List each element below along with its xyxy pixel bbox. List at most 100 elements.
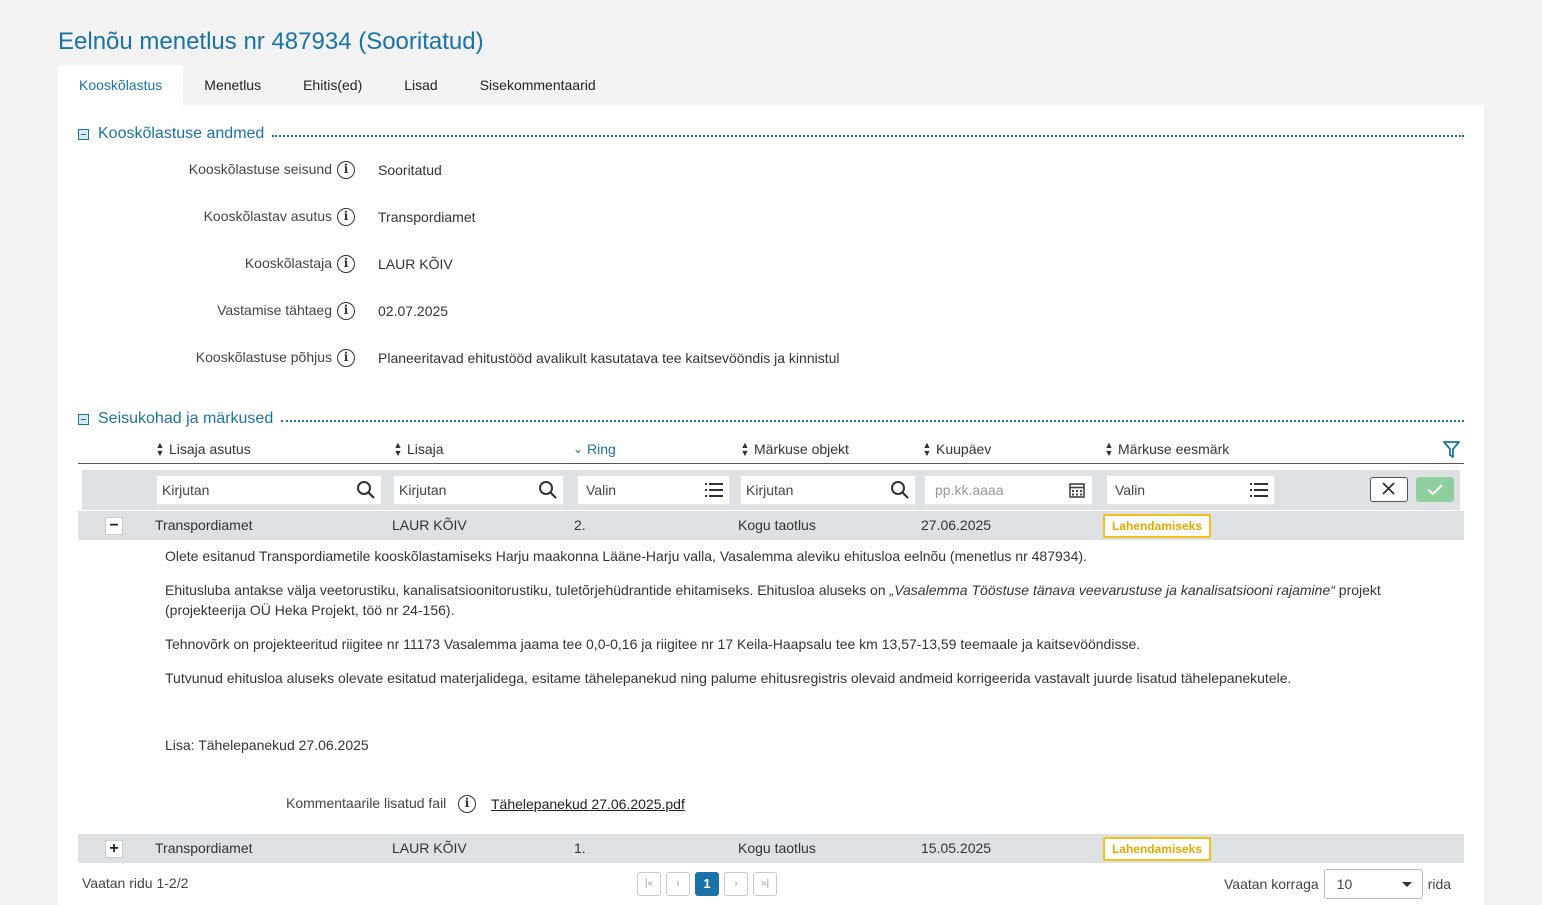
comment-text: projekt	[1334, 582, 1381, 598]
column-label: Kuupäev	[936, 441, 992, 457]
section-kooskolastuse-andmed-header[interactable]: Kooskõlastuse andmed	[78, 125, 1464, 143]
comment-paragraph: Tutvunud ehitusloa aluseks olevate esita…	[165, 670, 1292, 686]
tab-ehitised[interactable]: Ehitis(ed)	[282, 65, 383, 105]
cell-ring: 2.	[574, 517, 586, 533]
filter-objekt-input[interactable]: Kirjutan	[740, 475, 916, 505]
info-icon[interactable]: i	[337, 302, 355, 320]
page-1-button[interactable]: 1	[695, 872, 719, 896]
cell-objekt: Kogu taotlus	[738, 517, 816, 533]
column-label: Märkuse objekt	[754, 441, 849, 457]
filter-row: Kirjutan Kirjutan Valin Kirjutan pp.kk.a…	[82, 470, 1460, 510]
filter-icon[interactable]	[1443, 441, 1460, 459]
search-icon	[891, 481, 909, 499]
rows-info: Vaatan ridu 1-2/2	[82, 875, 189, 891]
info-icon[interactable]: i	[337, 349, 355, 367]
info-icon[interactable]: i	[458, 795, 476, 813]
column-label: Ring	[587, 441, 616, 457]
field-value: 02.07.2025	[378, 303, 449, 319]
first-page-button[interactable]: |«	[637, 872, 661, 896]
sort-icon: ▲ ▼	[922, 440, 932, 458]
field-kooskolastaja: Kooskõlastaja i LAUR KÕIV	[58, 255, 1058, 277]
search-icon	[357, 481, 375, 499]
field-value: Transpordiamet	[378, 209, 476, 225]
column-header-markuse-eesmark[interactable]: ▲ ▼ Märkuse eesmärk	[1104, 440, 1230, 458]
sort-icon: ▲ ▼	[393, 440, 403, 458]
info-icon[interactable]: i	[337, 161, 355, 179]
cell-lisaja: LAUR KÕIV	[392, 517, 467, 533]
close-icon	[1382, 482, 1395, 495]
status-badge: Lahendamiseks	[1103, 837, 1211, 861]
column-header-kuupaev[interactable]: ▲ ▼ Kuupäev	[922, 440, 992, 458]
sort-desc-icon: ⌄	[573, 442, 584, 456]
header-divider	[78, 463, 1464, 464]
collapse-row-button[interactable]: −	[105, 517, 123, 535]
table-row[interactable]: + Transpordiamet LAUR KÕIV 1. Kogu taotl…	[78, 834, 1464, 863]
column-header-lisaja-asutus[interactable]: ▲ ▼ Lisaja asutus	[155, 440, 251, 458]
column-label: Lisaja asutus	[169, 441, 251, 457]
column-header-markuse-objekt[interactable]: ▲ ▼ Märkuse objekt	[740, 440, 849, 458]
calendar-icon[interactable]	[1067, 480, 1087, 500]
filter-text: Kirjutan	[399, 482, 447, 498]
divider	[281, 419, 1464, 422]
filter-lisaja-input[interactable]: Kirjutan	[393, 475, 564, 505]
field-value: Planeeritavad ehitustööd avalikult kasut…	[378, 350, 840, 366]
page-size-control: Vaatan korraga 10 rida	[1224, 869, 1451, 899]
page-size-label: Vaatan korraga	[1224, 876, 1319, 892]
section-seisukohad-header[interactable]: Seisukohad ja märkused	[78, 410, 1464, 428]
sort-icon: ▲ ▼	[1104, 440, 1114, 458]
filter-eesmark-select[interactable]: Valin	[1106, 475, 1275, 505]
attachment-label: Kommentaarile lisatud fail	[286, 795, 447, 811]
collapse-icon[interactable]	[78, 413, 89, 425]
sort-icon: ▲ ▼	[155, 440, 165, 458]
field-label: Vastamise tähtaeg	[217, 302, 332, 318]
info-icon[interactable]: i	[337, 255, 355, 273]
comment-paragraph: Ehitusluba antakse välja veetorustiku, k…	[165, 580, 1405, 620]
last-page-button[interactable]: »|	[753, 872, 777, 896]
page-size-suffix: rida	[1427, 876, 1452, 892]
comment-paragraph: Lisa: Tähelepanekud 27.06.2025	[165, 737, 369, 753]
page-title: Eelnõu menetlus nr 487934 (Sooritatud)	[58, 28, 484, 55]
attachment-link[interactable]: Tähelepanekud 27.06.2025.pdf	[491, 796, 685, 812]
search-icon	[539, 481, 557, 499]
cell-asutus: Transpordiamet	[155, 517, 253, 533]
tab-kooskolastus[interactable]: Kooskõlastus	[58, 65, 184, 105]
filter-kuupaev-input[interactable]: pp.kk.aaaa	[924, 475, 1093, 505]
comment-text: Ehitusluba antakse välja veetorustiku, k…	[165, 582, 890, 598]
next-page-button[interactable]: ›	[724, 872, 748, 896]
content-panel: Kooskõlastuse andmed Kooskõlastuse seisu…	[58, 105, 1484, 905]
field-label: Kooskõlastaja	[244, 255, 332, 271]
info-icon[interactable]: i	[337, 208, 355, 226]
field-label: Kooskõlastuse põhjus	[195, 349, 332, 365]
expand-row-button[interactable]: +	[105, 840, 123, 858]
prev-page-button[interactable]: ‹	[666, 872, 690, 896]
comment-paragraph: Olete esitanud Transpordiametile kooskõl…	[165, 548, 1087, 564]
field-value: Sooritatud	[378, 162, 442, 178]
sort-icon: ▲ ▼	[740, 440, 750, 458]
filter-ring-select[interactable]: Valin	[577, 475, 730, 505]
list-icon	[705, 483, 723, 497]
tab-lisad[interactable]: Lisad	[383, 65, 458, 105]
tab-menetlus[interactable]: Menetlus	[183, 65, 282, 105]
field-pohjus: Kooskõlastuse põhjus i Planeeritavad ehi…	[58, 349, 1058, 371]
section-title: Seisukohad ja märkused	[98, 410, 274, 427]
collapse-icon[interactable]	[78, 128, 89, 140]
filter-placeholder: pp.kk.aaaa	[935, 482, 1004, 498]
clear-filters-button[interactable]	[1370, 477, 1408, 502]
divider	[272, 134, 1464, 137]
page-size-select[interactable]: 10	[1323, 869, 1423, 899]
table-row[interactable]: − Transpordiamet LAUR KÕIV 2. Kogu taotl…	[78, 511, 1464, 540]
cell-objekt: Kogu taotlus	[738, 840, 816, 856]
status-badge: Lahendamiseks	[1103, 514, 1211, 538]
apply-filters-button[interactable]	[1416, 477, 1454, 502]
field-seisund: Kooskõlastuse seisund i Sooritatud	[58, 161, 1058, 183]
field-asutus: Kooskõlastav asutus i Transpordiamet	[58, 208, 1058, 230]
cell-kuupaev: 15.05.2025	[921, 840, 992, 856]
filter-lisaja-asutus-input[interactable]: Kirjutan	[156, 475, 382, 505]
tab-sisekommentaarid[interactable]: Sisekommentaarid	[459, 65, 617, 105]
column-header-ring[interactable]: ⌄ Ring	[573, 441, 616, 457]
filter-text: Kirjutan	[162, 482, 210, 498]
column-header-lisaja[interactable]: ▲ ▼ Lisaja	[393, 440, 444, 458]
field-tahtaeg: Vastamise tähtaeg i 02.07.2025	[58, 302, 1058, 324]
field-label: Kooskõlastuse seisund	[188, 161, 332, 177]
filter-text: Valin	[586, 482, 617, 498]
